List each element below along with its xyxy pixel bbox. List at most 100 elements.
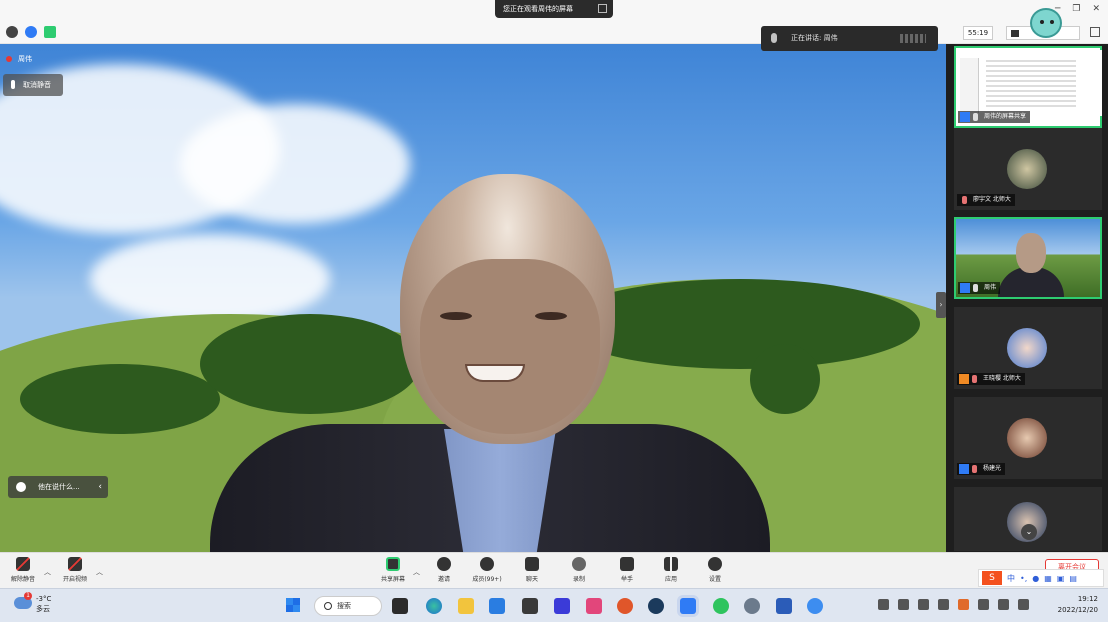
participant-tile[interactable]: 廖宇文 北师大 [954,128,1102,210]
signal-icon[interactable] [44,26,56,38]
fullscreen-icon[interactable] [1090,27,1100,37]
media-app-icon[interactable] [586,598,602,614]
folder-icon[interactable] [458,598,474,614]
start-video-label: 开启视频 [62,576,87,583]
chat-label: 聊天 [525,576,538,583]
participant-name: 廖宇文 北师大 [973,196,1011,203]
tablet-app-icon[interactable] [554,598,570,614]
minimize-icon[interactable]: ─ [1055,4,1060,14]
members-button[interactable]: 成员(99+) [468,557,506,583]
steam-icon[interactable] [648,598,664,614]
participant-name: 王晓樱 北师大 [983,375,1021,382]
muted-mic-icon [6,56,12,62]
participant-tile[interactable]: ⌄ [954,487,1102,551]
exit-share-view-icon[interactable] [598,4,607,13]
word-icon[interactable] [776,598,792,614]
participant-tile[interactable]: 杨建光 [954,397,1102,479]
bluetooth-icon[interactable] [938,599,949,610]
cloud-app-icon[interactable] [807,598,823,614]
caption-button[interactable]: 他在说什么... ‹ [8,476,108,498]
red-app-icon[interactable] [617,598,633,614]
taskbar-search[interactable]: 搜索 [314,596,382,616]
wifi-icon[interactable] [978,599,989,610]
participant-tile[interactable]: 周伟的屏幕共享 [954,46,1102,128]
camera-off-icon [68,557,82,571]
mic-tray-icon[interactable] [918,599,929,610]
ime-toolbar[interactable]: S 中 •, ● ▦ ▣ ▤ [978,569,1104,587]
meeting-status-icons [6,26,56,38]
participant-name: 杨建光 [983,465,1002,472]
main-video[interactable]: 周伟 取消静音 他在说什么... ‹ › [0,44,946,552]
wechat-icon[interactable] [713,598,729,614]
share-screen-button[interactable]: 共享屏幕 [374,557,412,583]
chat-button[interactable]: 聊天 [513,557,551,583]
security-shield-icon[interactable] [25,26,37,38]
chevron-left-icon[interactable]: ‹ [98,476,102,498]
ime-punctuation-icon[interactable]: •, [1020,574,1027,583]
screen-share-banner[interactable]: 您正在观看周伟的屏幕 [495,0,613,18]
speaking-indicator: 正在讲话: 周伟 [761,26,938,51]
headset-icon[interactable] [898,599,909,610]
windows-start-icon[interactable] [286,598,300,612]
file-explorer-icon[interactable] [392,598,408,614]
user-icon [960,283,970,293]
speaker-eye [535,312,567,320]
meeting-toolbar: 解除静音 ︿ 开启视频 ︿ 共享屏幕 ︿ 邀请 成员(99+) 聊天 录制 举手… [0,552,1108,588]
mic-icon [973,284,978,292]
taskbar-clock[interactable]: 19:12 2022/12/20 [1050,594,1098,616]
record-button[interactable]: 录制 [560,557,598,583]
store-icon[interactable] [489,598,505,614]
speaker-face [420,259,600,434]
invite-label: 邀请 [437,576,450,583]
unmute-pill-button[interactable]: 取消静音 [3,74,63,96]
mic-icon [972,375,977,383]
participant-nameplate: 周伟的屏幕共享 [958,111,1031,123]
apps-label: 应用 [664,576,677,583]
info-icon[interactable] [6,26,18,38]
unmute-button[interactable]: 解除静音 [4,557,42,583]
invite-button[interactable]: 邀请 [425,557,463,583]
chat-icon [525,557,539,571]
settings-button[interactable]: 设置 [696,557,734,583]
raise-hand-button[interactable]: 举手 [608,557,646,583]
battery-icon[interactable] [1018,599,1029,610]
weather-widget[interactable]: 1 -3°C 多云 [14,592,51,614]
ime-menu-icon[interactable]: ▤ [1069,574,1077,583]
ime-language[interactable]: 中 [1007,573,1015,584]
volume-icon[interactable] [998,599,1009,610]
share-options-caret[interactable]: ︿ [413,567,420,577]
video-options-caret[interactable]: ︿ [96,567,103,577]
apps-button[interactable]: 应用 [652,557,690,583]
restore-icon[interactable]: ❐ [1072,4,1080,14]
notification-badge: 1 [24,592,32,600]
screen-share-thumbnail [958,50,1102,116]
chevron-up-icon[interactable] [878,599,889,610]
settings-label: 设置 [708,576,721,583]
start-video-button[interactable]: 开启视频 [56,557,94,583]
settings-gear-icon[interactable] [744,598,760,614]
participant-tile[interactable]: 周伟 [954,217,1102,299]
meeting-app-icon[interactable] [680,598,696,614]
cube-app-icon[interactable] [522,598,538,614]
participant-tile[interactable]: 王晓樱 北师大 [954,307,1102,389]
weather-condition: 多云 [36,605,50,613]
ime-mic-icon[interactable]: ● [1032,574,1039,583]
user-icon [959,374,969,384]
share-screen-label: 共享屏幕 [380,576,405,583]
edge-browser-icon[interactable] [426,598,442,614]
ime-skin-icon[interactable]: ▣ [1057,574,1065,583]
mic-icon [973,113,978,121]
gear-icon [708,557,722,571]
app-tray-icon[interactable] [958,599,969,610]
ime-keyboard-icon[interactable]: ▦ [1044,574,1052,583]
raise-hand-label: 举手 [620,576,633,583]
chevron-down-icon[interactable]: ⌄ [1021,524,1037,540]
close-icon[interactable]: ✕ [1092,4,1100,14]
collapse-sidebar-handle[interactable]: › [936,292,946,318]
mic-icon [972,465,977,473]
system-tray [878,599,1029,610]
audio-options-caret[interactable]: ︿ [44,567,51,577]
avatar [1007,328,1047,368]
hand-icon [620,557,634,571]
participant-sidebar: 周伟的屏幕共享 廖宇文 北师大 周伟 王晓樱 北师大 杨建光 ⌄ [948,44,1108,552]
